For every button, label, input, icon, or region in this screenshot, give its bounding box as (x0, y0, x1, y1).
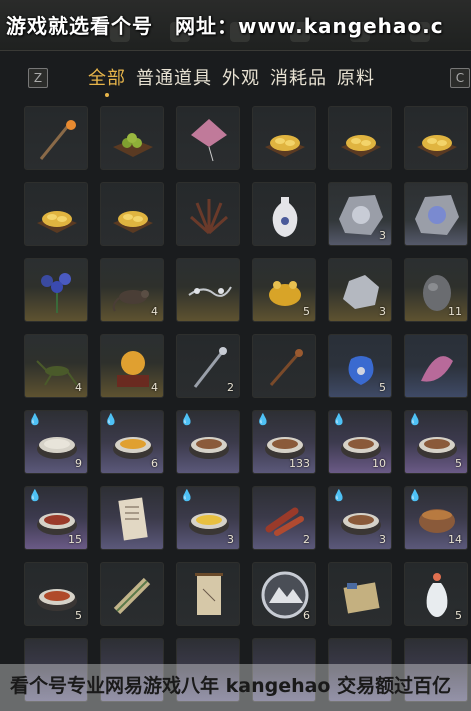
item-count: 4 (75, 381, 82, 394)
inventory-slot[interactable]: 💧 15 (24, 486, 88, 550)
next-tab-hotkey[interactable]: C (450, 68, 470, 88)
drop-icon: 💧 (180, 413, 194, 426)
inventory-slot[interactable]: 2 (252, 486, 316, 550)
filter-tabs-row: Z 全部 普通道具 外观 消耗品 原料 C (0, 60, 471, 96)
inventory-slot[interactable]: 3 (328, 258, 392, 322)
item-count: 5 (379, 381, 386, 394)
inventory-slot[interactable]: 💧 14 (404, 486, 468, 550)
tab-3[interactable]: 消耗品 (270, 64, 327, 97)
watermark-top-left: 游戏就选看个号 (6, 13, 153, 38)
prev-tab-hotkey[interactable]: Z (28, 68, 48, 88)
inventory-slot[interactable]: 💧 9 (24, 410, 88, 474)
item-count: 15 (68, 533, 82, 546)
drop-icon: 💧 (180, 489, 194, 502)
item-count: 3 (379, 533, 386, 546)
inventory-slot[interactable] (176, 258, 240, 322)
inventory-slot[interactable] (328, 562, 392, 626)
watermark-top-right: 网址：www.kangehao.c (175, 13, 444, 38)
tab-1[interactable]: 普通道具 (136, 64, 212, 97)
drop-icon: 💧 (256, 413, 270, 426)
inventory-slot[interactable] (24, 258, 88, 322)
inventory-slot[interactable]: 💧 3 (176, 486, 240, 550)
tab-4[interactable]: 原料 (337, 64, 375, 97)
inventory-slot[interactable]: 💧 10 (328, 410, 392, 474)
watermark-bottom: 看个号专业网易游戏八年 kangehao 交易额过百亿 (0, 664, 471, 711)
inventory-slot[interactable] (252, 334, 316, 398)
inventory-slot[interactable] (24, 106, 88, 170)
inventory-slot[interactable] (24, 182, 88, 246)
inventory-slot[interactable]: 6 (252, 562, 316, 626)
drop-icon: 💧 (332, 489, 346, 502)
item-count: 14 (448, 533, 462, 546)
inventory-slot[interactable]: 💧 5 (404, 410, 468, 474)
inventory-slot[interactable]: 3 (328, 182, 392, 246)
inventory-slot[interactable] (404, 106, 468, 170)
inventory-slot[interactable]: 5 (404, 562, 468, 626)
item-count: 3 (379, 229, 386, 242)
inventory-slot[interactable]: 4 (100, 258, 164, 322)
inventory-slot[interactable] (100, 106, 164, 170)
item-count: 5 (455, 609, 462, 622)
item-count: 11 (448, 305, 462, 318)
item-count: 3 (227, 533, 234, 546)
inventory-slot[interactable]: 11 (404, 258, 468, 322)
inventory-slot[interactable] (100, 486, 164, 550)
drop-icon: 💧 (408, 489, 422, 502)
drop-icon: 💧 (104, 413, 118, 426)
item-count: 4 (151, 381, 158, 394)
top-bar: 游戏就选看个号 网址：www.kangehao.c (0, 0, 471, 51)
inventory-slot[interactable] (100, 182, 164, 246)
inventory-slot[interactable] (176, 106, 240, 170)
inventory-slot[interactable] (176, 182, 240, 246)
inventory-slot[interactable] (176, 562, 240, 626)
inventory-slot[interactable] (252, 106, 316, 170)
inventory-slot[interactable] (404, 182, 468, 246)
item-count: 5 (75, 609, 82, 622)
drop-icon: 💧 (28, 489, 42, 502)
watermark-top: 游戏就选看个号 网址：www.kangehao.c (0, 6, 471, 42)
drop-icon: 💧 (408, 413, 422, 426)
item-count: 5 (303, 305, 310, 318)
inventory-slot[interactable] (100, 562, 164, 626)
inventory-slot[interactable]: 4 (24, 334, 88, 398)
inventory-slot[interactable]: 💧 (176, 410, 240, 474)
inventory-slot[interactable]: 5 (252, 258, 316, 322)
inventory-slot[interactable] (252, 182, 316, 246)
inventory-slot[interactable]: 💧 133 (252, 410, 316, 474)
item-count: 2 (227, 381, 234, 394)
tab-0[interactable]: 全部 (88, 64, 126, 97)
drop-icon: 💧 (332, 413, 346, 426)
inventory-slot[interactable]: 💧 6 (100, 410, 164, 474)
item-count: 4 (151, 305, 158, 318)
inventory-slot[interactable]: 5 (328, 334, 392, 398)
inventory-slot[interactable] (404, 334, 468, 398)
item-count: 133 (289, 457, 310, 470)
item-count: 10 (372, 457, 386, 470)
inventory-slot[interactable] (328, 106, 392, 170)
inventory-slot[interactable]: 💧 3 (328, 486, 392, 550)
item-count: 3 (379, 305, 386, 318)
inventory-slot[interactable]: 2 (176, 334, 240, 398)
filter-tabs: 全部 普通道具 外观 消耗品 原料 (88, 64, 375, 97)
item-count: 9 (75, 457, 82, 470)
inventory-slot[interactable]: 4 (100, 334, 164, 398)
item-count: 6 (303, 609, 310, 622)
tab-2[interactable]: 外观 (222, 64, 260, 97)
item-count: 2 (303, 533, 310, 546)
drop-icon: 💧 (28, 413, 42, 426)
inventory-slot[interactable]: 5 (24, 562, 88, 626)
item-count: 6 (151, 457, 158, 470)
item-count: 5 (455, 457, 462, 470)
